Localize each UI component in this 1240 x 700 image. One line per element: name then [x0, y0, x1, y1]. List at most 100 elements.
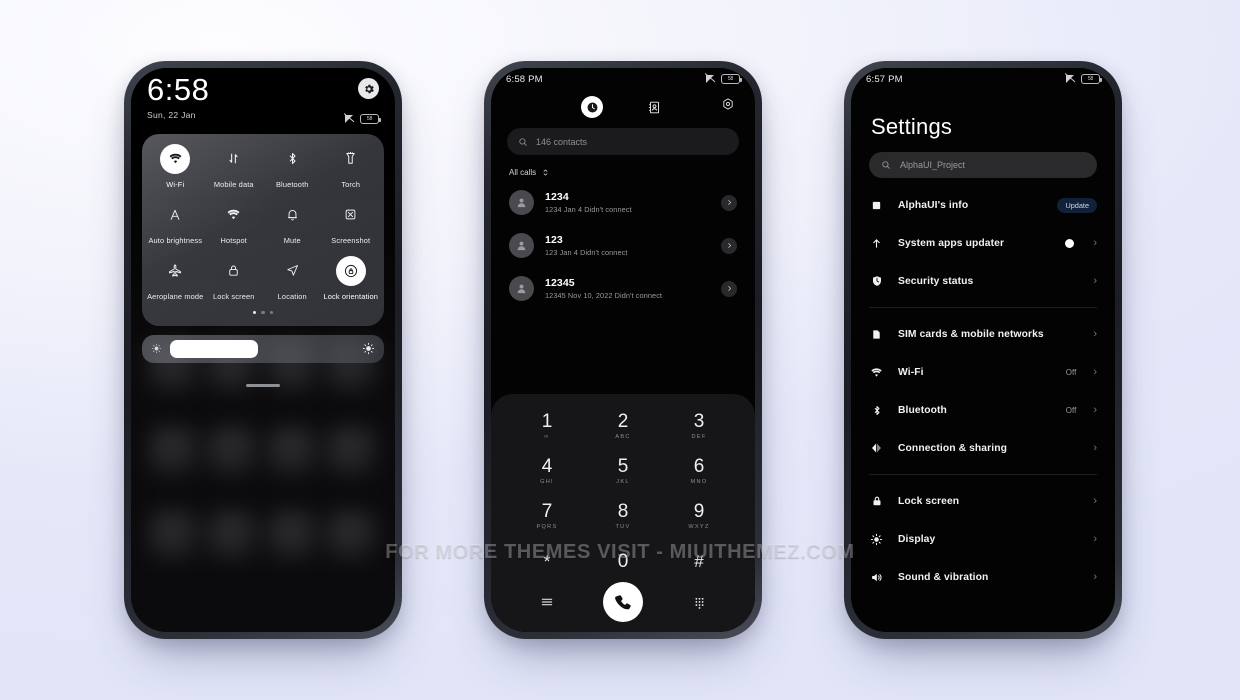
settings-row-lock-screen[interactable]: Lock screen ›	[869, 482, 1097, 520]
tile-wifi[interactable]: Wi-Fi	[146, 143, 205, 189]
person-icon	[517, 241, 526, 251]
tile-hotspot[interactable]: Hotspot	[205, 200, 264, 245]
tile-bluetooth[interactable]: Bluetooth	[263, 144, 322, 189]
call-log-row[interactable]: 12345 12345 Nov 10, 2022 Didn't connect	[505, 267, 741, 310]
settings-row-alphaui-info[interactable]: AlphaUI's info Update	[869, 186, 1097, 224]
chevron-right-icon[interactable]	[721, 280, 737, 297]
call-button[interactable]	[603, 582, 643, 622]
chevron-right-icon[interactable]	[721, 194, 737, 211]
settings-row-value: Off	[1065, 367, 1077, 377]
dialer-app: 6:58 PM 58 146 contacts All calls 1234 1…	[491, 68, 755, 632]
tile-lock-screen[interactable]: Lock screen	[205, 256, 264, 301]
phone-handset-icon	[614, 594, 631, 609]
settings-row-system-apps-updater[interactable]: System apps updater ›	[869, 224, 1097, 262]
key-letters: ∞	[544, 434, 550, 440]
settings-row-bluetooth[interactable]: Bluetooth Off ›	[869, 391, 1097, 429]
call-log-row[interactable]: 1234 1234 Jan 4 Didn't connect	[505, 181, 741, 224]
tile-lock-orientation[interactable]: Lock orientation	[322, 255, 381, 301]
drag-handle[interactable]	[246, 384, 280, 388]
contacts-search-input[interactable]: 146 contacts	[507, 128, 739, 155]
tile-aeroplane-mode[interactable]: Aeroplane mode	[146, 256, 205, 301]
call-name: 12345	[545, 277, 575, 289]
key-letters: TUV	[615, 524, 631, 530]
tab-contacts[interactable]	[643, 96, 665, 118]
chevron-right-icon: ›	[1093, 441, 1097, 454]
settings-row-connection-sharing[interactable]: Connection & sharing ›	[869, 429, 1097, 467]
settings-row-security-status[interactable]: Security status ›	[869, 262, 1097, 300]
tab-recents[interactable]	[581, 96, 603, 118]
sim-card-icon	[869, 328, 884, 341]
call-log-row[interactable]: 123 123 Jan 4 Didn't connect	[505, 224, 741, 267]
dialpad-key-9[interactable]: 9 WXYZ	[661, 497, 737, 535]
battery-level: 58	[727, 76, 734, 82]
chevron-right-icon: ›	[1093, 494, 1097, 507]
chevron-right-icon[interactable]	[721, 237, 737, 254]
settings-search-input[interactable]: AlphaUI_Project	[869, 152, 1097, 178]
calls-filter[interactable]: All calls	[509, 155, 737, 181]
dialpad-key-1[interactable]: 1 ∞	[509, 407, 585, 445]
avatar	[509, 190, 534, 215]
settings-row-label: System apps updater	[898, 237, 1005, 249]
chevron-right-icon: ›	[1093, 570, 1097, 583]
tile-label: Lock orientation	[323, 291, 379, 301]
dialpad-grid-icon[interactable]	[692, 595, 707, 610]
avatar	[509, 276, 534, 301]
settings-row-label: Security status	[898, 275, 974, 287]
dialpad-key-4[interactable]: 4 GHI	[509, 452, 585, 490]
quick-settings-page-dots[interactable]	[146, 310, 380, 314]
tile-auto-brightness[interactable]: Auto brightness	[146, 200, 205, 245]
tile-location[interactable]: Location	[263, 256, 322, 301]
menu-lines-icon[interactable]	[539, 594, 555, 610]
avatar	[509, 233, 534, 258]
dialpad-key-7[interactable]: 7 PQRS	[509, 497, 585, 535]
key-digit: 1	[541, 411, 553, 432]
tile-mobile-data[interactable]: Mobile data	[205, 144, 264, 189]
wifi-icon	[160, 143, 191, 174]
settings-row-sound-vibration[interactable]: Sound & vibration ›	[869, 558, 1097, 596]
key-letters: WXYZ	[688, 524, 710, 530]
phone-control-center: 6:58 Sun, 22 Jan 58 Wi-Fi Mobile data Bl…	[124, 61, 402, 639]
settings-row-label: AlphaUI's info	[898, 199, 969, 211]
clock-date: Sun, 22 Jan	[147, 109, 196, 120]
brightness-slider-fill[interactable]	[170, 339, 258, 358]
key-digit: 6	[693, 456, 705, 477]
call-detail: 1234 Jan 4 Didn't connect	[545, 205, 632, 214]
tile-torch[interactable]: Torch	[322, 144, 381, 189]
tile-mute[interactable]: Mute	[263, 200, 322, 245]
dialpad-key-2[interactable]: 2 ABC	[585, 407, 661, 445]
gear-icon[interactable]	[358, 78, 379, 99]
dialpad-key-8[interactable]: 8 TUV	[585, 497, 661, 535]
key-digit: 7	[541, 501, 553, 522]
brightness-slider[interactable]	[142, 334, 384, 363]
dialpad-key-5[interactable]: 5 JKL	[585, 452, 661, 490]
settings-list: AlphaUI's info Update System apps update…	[851, 178, 1115, 596]
search-icon	[882, 161, 890, 169]
shield-clock-icon	[869, 275, 884, 287]
calls-filter-label: All calls	[509, 168, 537, 177]
speaker-icon	[869, 571, 884, 584]
dialpad-key-hash[interactable]: #	[661, 542, 737, 580]
key-digit: *	[543, 551, 551, 571]
update-badge[interactable]: Update	[1057, 197, 1097, 213]
settings-row-wifi[interactable]: Wi-Fi Off ›	[869, 353, 1097, 391]
key-letters: MNO	[690, 479, 708, 485]
phone3-statusbar: 6:57 PM 58	[851, 68, 1115, 90]
dialpad-key-0[interactable]: 0	[585, 542, 661, 580]
tile-label: Auto brightness	[148, 235, 203, 245]
phone1-screen: 6:58 Sun, 22 Jan 58 Wi-Fi Mobile data Bl…	[131, 68, 395, 632]
wallpaper-stage: 6:58 Sun, 22 Jan 58 Wi-Fi Mobile data Bl…	[0, 0, 1240, 700]
key-letters: ABC	[615, 434, 631, 440]
divider	[869, 307, 1097, 308]
settings-row-sim-cards[interactable]: SIM cards & mobile networks ›	[869, 315, 1097, 353]
dialpad-key-star[interactable]: *	[509, 542, 585, 580]
dialpad-key-6[interactable]: 6 MNO	[661, 452, 737, 490]
phone2-screen: 6:58 PM 58 146 contacts All calls 1234 1…	[491, 68, 755, 632]
tile-screenshot[interactable]: Screenshot	[322, 200, 381, 245]
key-digit: 4	[541, 456, 553, 477]
dialpad-key-3[interactable]: 3 DEF	[661, 407, 737, 445]
tile-label: Bluetooth	[275, 179, 309, 189]
dialer-settings-icon[interactable]	[721, 97, 735, 111]
bluetooth-icon	[277, 144, 307, 174]
settings-row-display[interactable]: Display ›	[869, 520, 1097, 558]
padlock-icon	[219, 256, 249, 286]
